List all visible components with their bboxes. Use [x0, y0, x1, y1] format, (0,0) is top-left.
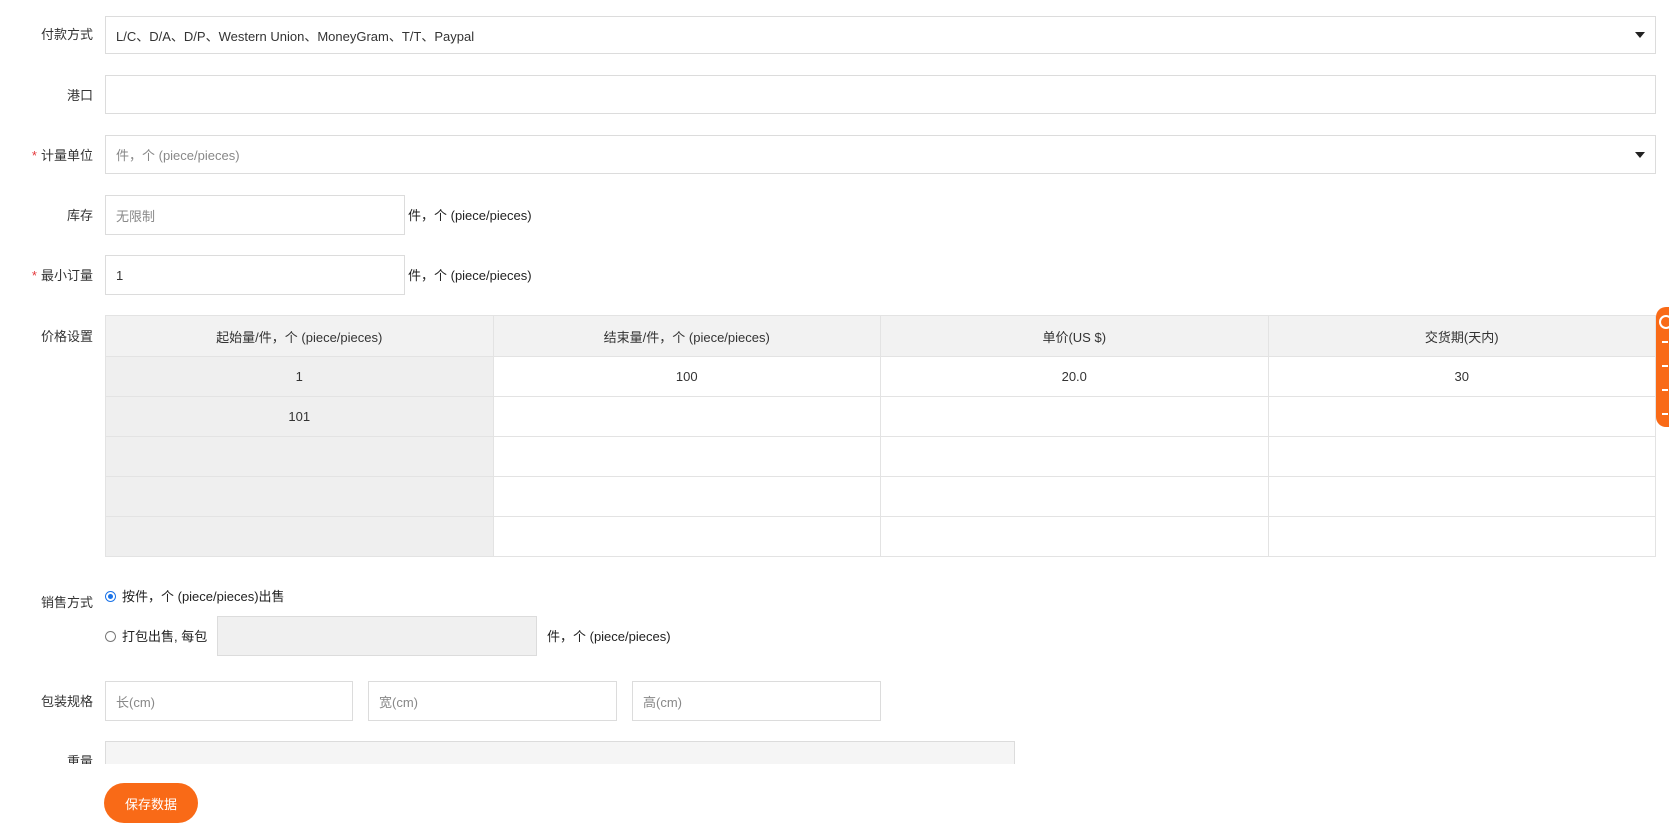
- delivery-cell[interactable]: [1267, 396, 1656, 437]
- start-qty-cell: [105, 476, 494, 517]
- header-delivery: 交货期(天内): [1267, 315, 1656, 357]
- table-row: [105, 436, 1656, 477]
- table-row: [105, 516, 1656, 557]
- end-qty-cell[interactable]: [492, 476, 881, 517]
- stock-input[interactable]: 无限制: [105, 195, 405, 235]
- weight-input[interactable]: [105, 741, 1015, 764]
- start-qty-cell: [105, 436, 494, 477]
- min-order-unit: 件，个 (piece/pieces): [408, 268, 532, 283]
- weight-row-clip: 重量: [0, 738, 1669, 764]
- end-qty-cell[interactable]: [492, 436, 881, 477]
- chevron-down-icon: [1635, 32, 1645, 38]
- end-qty-cell[interactable]: [492, 396, 881, 437]
- stock-unit: 件，个 (piece/pieces): [408, 208, 532, 223]
- radio-sell-by-piece[interactable]: [105, 591, 116, 602]
- packing-label: 包装规格: [40, 694, 93, 709]
- unit-price-cell[interactable]: [880, 516, 1269, 557]
- unit-select[interactable]: 件，个 (piece/pieces): [105, 135, 1656, 174]
- end-qty-cell[interactable]: [492, 516, 881, 557]
- table-row: 101: [105, 396, 1656, 437]
- port-label: 港口: [66, 88, 93, 103]
- min-order-label: * 最小订量: [3, 268, 93, 284]
- unit-price-cell[interactable]: 20.0: [880, 356, 1269, 397]
- payment-select[interactable]: L/C、D/A、D/P、Western Union、MoneyGram、T/T、…: [105, 16, 1656, 54]
- required-mark: *: [31, 268, 37, 283]
- chat-icon: [1659, 315, 1669, 329]
- unit-price-cell[interactable]: [880, 396, 1269, 437]
- radio-sell-by-pack[interactable]: [105, 631, 116, 642]
- header-start-qty: 起始量/件，个 (piece/pieces): [105, 315, 494, 357]
- price-settings-label: 价格设置: [40, 329, 93, 344]
- min-order-label-text: 最小订量: [40, 268, 93, 283]
- end-qty-cell[interactable]: 100: [492, 356, 881, 397]
- pack-quantity-input[interactable]: [217, 616, 537, 656]
- start-qty-cell: [105, 516, 494, 557]
- unit-price-cell[interactable]: [880, 436, 1269, 477]
- unit-price-cell[interactable]: [880, 476, 1269, 517]
- price-table: 起始量/件，个 (piece/pieces) 结束量/件，个 (piece/pi…: [105, 315, 1656, 557]
- tab-mark: [1662, 389, 1668, 391]
- header-end-qty: 结束量/件，个 (piece/pieces): [492, 315, 881, 357]
- length-input[interactable]: 长(cm): [105, 681, 353, 721]
- min-order-input[interactable]: 1: [105, 255, 405, 295]
- height-input[interactable]: 高(cm): [632, 681, 881, 721]
- header-unit-price: 单价(US $): [880, 315, 1269, 357]
- weight-label: 重量: [66, 754, 93, 764]
- payment-label: 付款方式: [40, 27, 93, 42]
- table-row: [105, 476, 1656, 517]
- unit-value: 件，个 (piece/pieces): [116, 148, 240, 163]
- unit-label-text: 计量单位: [40, 148, 93, 163]
- tab-mark: [1662, 341, 1668, 343]
- chevron-down-icon: [1635, 151, 1645, 158]
- sell-by-pack-label[interactable]: 打包出售, 每包: [122, 629, 207, 645]
- delivery-cell[interactable]: [1267, 516, 1656, 557]
- save-button[interactable]: 保存数据: [104, 783, 198, 823]
- delivery-cell[interactable]: [1267, 436, 1656, 477]
- delivery-cell[interactable]: [1267, 476, 1656, 517]
- start-qty-cell: 1: [105, 356, 494, 397]
- sell-by-piece-label[interactable]: 按件，个 (piece/pieces)出售: [122, 589, 285, 605]
- customer-service-tab[interactable]: [1656, 307, 1669, 427]
- width-input[interactable]: 宽(cm): [368, 681, 617, 721]
- pack-unit: 件，个 (piece/pieces): [547, 629, 671, 644]
- stock-label: 库存: [66, 208, 93, 223]
- price-table-header: 起始量/件，个 (piece/pieces) 结束量/件，个 (piece/pi…: [105, 315, 1656, 357]
- port-input[interactable]: [105, 75, 1656, 114]
- start-qty-cell: 101: [105, 396, 494, 437]
- tab-mark: [1662, 413, 1668, 415]
- delivery-cell[interactable]: 30: [1267, 356, 1656, 397]
- required-mark: *: [31, 148, 37, 163]
- table-row: 1 100 20.0 30: [105, 356, 1656, 397]
- unit-label: * 计量单位: [3, 148, 93, 164]
- payment-value: L/C、D/A、D/P、Western Union、MoneyGram、T/T、…: [116, 28, 475, 44]
- tab-mark: [1662, 365, 1668, 367]
- sales-method-label: 销售方式: [40, 595, 93, 610]
